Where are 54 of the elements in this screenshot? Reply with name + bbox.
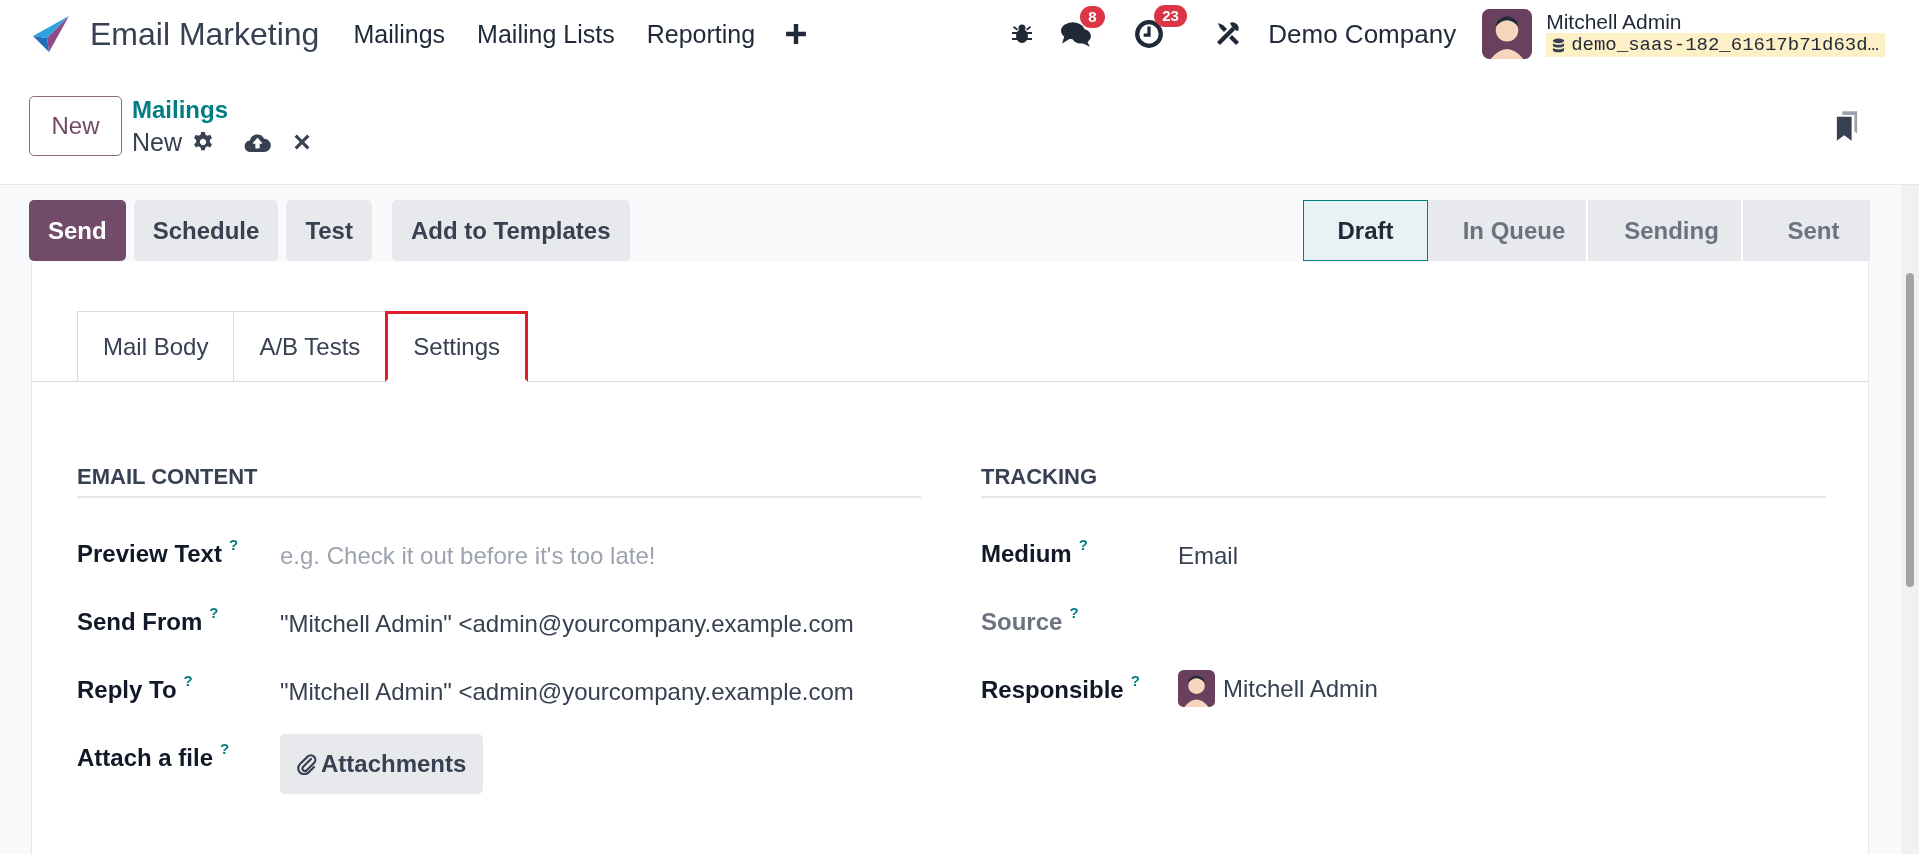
bug-icon[interactable] (1010, 22, 1035, 46)
help-tooltip[interactable]: ? (1130, 672, 1140, 689)
database-icon (1552, 37, 1566, 53)
field-value[interactable]: Email (1178, 528, 1238, 570)
tab[interactable]: Settings (385, 311, 529, 382)
field-value[interactable]: Mitchell Admin (1223, 674, 1378, 703)
company-name[interactable]: Demo Company (1268, 18, 1457, 50)
input-field[interactable]: e.g. Check it out before it's too late! (280, 528, 880, 570)
breadcrumb-link[interactable]: Mailings (132, 95, 311, 124)
scrollbar[interactable] (1901, 185, 1919, 854)
field-label: Source (981, 608, 1063, 636)
help-tooltip[interactable]: ? (1078, 536, 1088, 553)
menu-item[interactable]: Mailings (337, 11, 462, 57)
action-button[interactable]: Send (29, 200, 126, 261)
user-name[interactable]: Mitchell Admin (1546, 11, 1885, 33)
field-value[interactable]: "Mitchell Admin" <admin@yourcompany.example.com (280, 596, 854, 638)
field-label: Preview Text (77, 540, 222, 568)
action-button[interactable]: Test (286, 200, 372, 261)
field-label: Send From (77, 608, 203, 636)
user-avatar (1178, 670, 1215, 707)
help-tooltip[interactable]: ? (220, 740, 230, 757)
record-name: New (132, 127, 182, 157)
action-button[interactable]: Add to Templates (391, 200, 630, 261)
section-title: EMAIL CONTENT (77, 464, 921, 498)
attachments-button[interactable]: Attachments (280, 734, 484, 794)
action-button[interactable]: Schedule (133, 200, 279, 261)
help-tooltip[interactable]: ? (1069, 604, 1079, 621)
database-name: demo_saas-182_61617b71d63d… (1571, 34, 1879, 56)
close-icon[interactable] (293, 133, 311, 151)
help-tooltip[interactable]: ? (228, 536, 239, 553)
status-step[interactable]: Draft (1303, 200, 1428, 261)
chat-icon[interactable] (1060, 20, 1093, 48)
clock-icon[interactable] (1134, 19, 1165, 49)
help-tooltip[interactable]: ? (209, 604, 219, 621)
field-label: Responsible (981, 676, 1124, 704)
count-badge: 8 (1080, 6, 1105, 28)
field-label: Attach a file (77, 744, 214, 772)
field-value[interactable]: "Mitchell Admin" <admin@yourcompany.example.com (280, 664, 854, 706)
menu-item[interactable]: Reporting (630, 11, 772, 57)
count-badge: 23 (1154, 5, 1187, 27)
user-avatar (1482, 9, 1533, 59)
plus-icon[interactable] (785, 23, 808, 45)
menu-item[interactable]: Mailing Lists (461, 11, 631, 57)
field-label: Medium (981, 540, 1072, 568)
paperclip-icon (297, 753, 317, 775)
new-button[interactable]: New (29, 96, 122, 156)
cloud-upload-icon[interactable] (244, 131, 271, 153)
app-title[interactable]: Email Marketing (90, 15, 320, 53)
settings-icon[interactable] (192, 131, 214, 153)
bookmarks-icon[interactable] (1835, 111, 1859, 141)
tab[interactable]: Mail Body (77, 311, 235, 382)
field-label: Reply To (77, 676, 177, 704)
help-tooltip[interactable]: ? (183, 672, 193, 689)
section-title: TRACKING (981, 464, 1826, 498)
